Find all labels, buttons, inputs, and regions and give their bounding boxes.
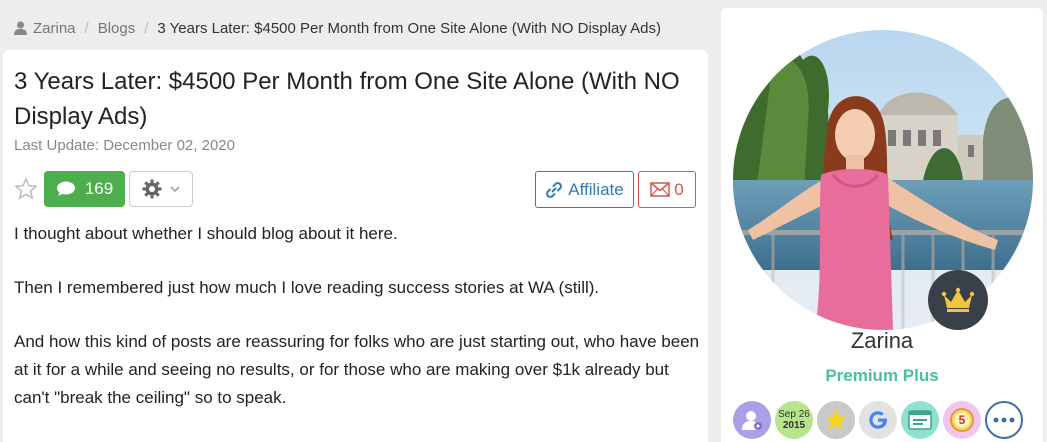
breadcrumb-separator: / <box>144 19 149 37</box>
join-date-month-day: Sep 26 <box>778 409 810 420</box>
profile-photo-image <box>733 30 1033 330</box>
breadcrumb-blogs[interactable]: Blogs <box>98 20 136 37</box>
user-settings-badge[interactable] <box>733 401 771 439</box>
crown-badge <box>928 270 988 330</box>
google-icon <box>869 411 887 429</box>
website-badge[interactable] <box>901 401 939 439</box>
rank-badge[interactable]: 5 <box>943 401 981 439</box>
post-paragraph: And how this kind of posts are reassurin… <box>14 332 700 407</box>
google-badge[interactable] <box>859 401 897 439</box>
breadcrumb-current: 3 Years Later: $4500 Per Month from One … <box>157 19 661 37</box>
affiliate-label: Affiliate <box>568 179 624 199</box>
rank-badge-number: 5 <box>958 413 966 427</box>
ellipsis-icon <box>993 417 1015 423</box>
star-award-icon <box>825 409 847 430</box>
badge-row: Sep 26 2015 5 <box>733 401 1023 439</box>
more-badges-button[interactable] <box>985 401 1023 439</box>
crown-icon <box>941 287 975 312</box>
message-button[interactable]: 0 <box>638 171 696 208</box>
profile-name[interactable]: Zarina <box>721 328 1043 354</box>
chevron-down-icon <box>170 186 180 193</box>
breadcrumb: Zarina / Blogs / 3 Years Later: $4500 Pe… <box>14 14 661 42</box>
join-date-year: 2015 <box>782 420 806 431</box>
star-badge[interactable] <box>817 401 855 439</box>
star-icon[interactable] <box>14 177 38 201</box>
join-date-badge[interactable]: Sep 26 2015 <box>775 401 813 439</box>
post-title: 3 Years Later: $4500 Per Month from One … <box>14 68 680 130</box>
user-gear-icon <box>742 411 762 430</box>
post-body: I thought about whether I should blog ab… <box>14 220 704 438</box>
browser-window-icon <box>908 410 932 430</box>
post-paragraph: I thought about whether I should blog ab… <box>14 224 398 243</box>
comment-icon <box>56 181 75 196</box>
message-count: 0 <box>674 179 684 199</box>
envelope-icon <box>650 182 671 197</box>
profile-photo[interactable] <box>733 30 1033 330</box>
user-icon <box>14 21 27 35</box>
comments-button[interactable]: 169 <box>44 171 125 207</box>
comments-count: 169 <box>84 179 114 198</box>
membership-level: Premium Plus <box>825 366 939 385</box>
last-update: Last Update: December 02, 2020 <box>14 137 235 154</box>
post-paragraph: Then I remembered just how much I love r… <box>14 278 600 297</box>
profile-card: Zarina Premium Plus Sep 26 2015 5 <box>721 8 1043 442</box>
gear-icon <box>142 179 162 199</box>
affiliate-button[interactable]: Affiliate <box>535 171 634 208</box>
breadcrumb-separator: / <box>84 19 89 37</box>
post-card: 3 Years Later: $4500 Per Month from One … <box>3 50 708 442</box>
settings-dropdown-button[interactable] <box>129 171 193 207</box>
breadcrumb-user-label: Zarina <box>33 19 76 37</box>
link-icon <box>546 181 563 198</box>
breadcrumb-user[interactable]: Zarina <box>14 20 76 37</box>
